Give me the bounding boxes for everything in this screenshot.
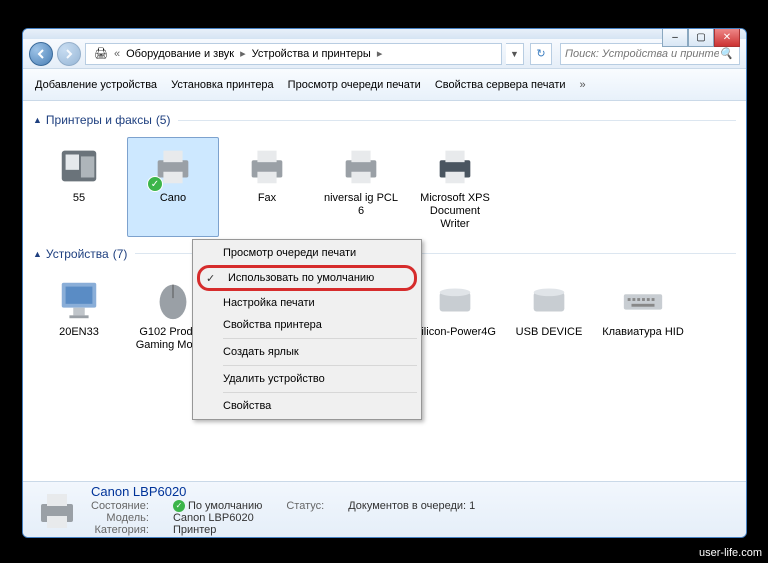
printer-item[interactable]: Microsoft XPS Document Writer [409,137,501,237]
maximize-button[interactable]: ▢ [688,29,714,47]
chevron-right-icon: ▸ [375,47,385,60]
monitor-icon [55,276,103,324]
printer-item[interactable]: Fax [221,137,313,237]
drive-icon [431,276,479,324]
window: – ▢ ✕ 🖨 « Оборудование и звук ▸ Устройст… [22,28,747,538]
details-state-key: Состояние: [91,500,149,512]
server-props-button[interactable]: Свойства сервера печати [435,79,566,91]
keyboard-icon [619,276,667,324]
details-category-key: Категория: [91,524,149,536]
chevron-right-icon: ▸ [238,47,248,60]
item-label: Microsoft XPS Document Writer [414,192,496,232]
item-label: niversal ig PCL 6 [320,192,402,218]
add-device-button[interactable]: Добавление устройства [35,79,157,91]
device-item[interactable]: Клавиатура HID [597,271,689,371]
details-title: Canon LBP6020 [91,484,475,499]
refresh-button[interactable]: ↻ [530,43,552,65]
add-printer-button[interactable]: Установка принтера [171,79,274,91]
search-input[interactable] [565,48,719,60]
details-model-value: Canon LBP6020 [173,512,262,524]
minimize-button[interactable]: – [662,29,688,47]
toolbar-more[interactable]: » [580,79,586,91]
device-item[interactable]: USB DEVICE [503,271,595,371]
close-button[interactable]: ✕ [714,29,740,47]
menu-create-shortcut[interactable]: Создать ярлык [195,341,419,363]
breadcrumb-seg[interactable]: Оборудование и звук [122,48,238,60]
chevron-right-icon: « [112,48,122,60]
details-pane: Canon LBP6020 Состояние: ✓По умолчанию С… [23,481,746,537]
breadcrumb-seg[interactable]: Устройства и принтеры [248,48,375,60]
nav-bar: 🖨 « Оборудование и звук ▸ Устройства и п… [23,39,746,69]
printer-icon [33,486,81,534]
details-status-key: Статус: [286,500,324,512]
forward-button[interactable] [57,42,81,66]
menu-separator [223,365,417,366]
search-icon: 🔍 [719,47,733,60]
check-icon: ✓ [173,500,185,512]
item-label: 55 [73,192,85,205]
toolbar: Добавление устройства Установка принтера… [23,69,746,101]
printer-icon: ✓ [149,142,197,190]
titlebar: – ▢ ✕ [23,29,746,39]
watermark: user-life.com [699,547,762,559]
menu-print-prefs[interactable]: Настройка печати [195,292,419,314]
view-queue-button[interactable]: Просмотр очереди печати [288,79,421,91]
printer-icon [431,142,479,190]
item-label: Cano [160,192,186,205]
section-count: (5) [156,113,171,127]
details-state-value: ✓По умолчанию [173,500,262,512]
back-button[interactable] [29,42,53,66]
fax-icon [55,142,103,190]
menu-printer-props[interactable]: Свойства принтера [195,314,419,336]
section-header-printers[interactable]: ▲ Принтеры и факсы (5) [23,109,746,131]
content-area: ▲ Принтеры и факсы (5) 55 ✓ Cano [23,101,746,481]
item-label: Fax [258,192,276,205]
details-model-key: Модель: [91,512,149,524]
item-label: Клавиатура HID [602,326,684,339]
printer-icon [243,142,291,190]
breadcrumb-dropdown[interactable]: ▼ [506,43,524,65]
details-status-value: Документов в очереди: 1 [348,500,475,512]
context-menu: Просмотр очереди печати ✓ Использовать п… [192,239,422,420]
breadcrumb[interactable]: 🖨 « Оборудование и звук ▸ Устройства и п… [85,43,502,65]
mouse-icon [149,276,197,324]
item-label: Silicon-Power4G [414,326,496,339]
default-badge-icon: ✓ [147,176,163,192]
device-item[interactable]: Silicon-Power4G [409,271,501,371]
check-icon: ✓ [206,272,215,285]
menu-props[interactable]: Свойства [195,395,419,417]
menu-view-queue[interactable]: Просмотр очереди печати [195,242,419,264]
printer-item[interactable]: 55 [33,137,125,237]
menu-set-default[interactable]: ✓ Использовать по умолчанию [197,265,417,291]
details-category-value: Принтер [173,524,262,536]
item-label: USB DEVICE [516,326,583,339]
printer-item-selected[interactable]: ✓ Cano [127,137,219,237]
section-count: (7) [113,247,128,261]
drive-icon [525,276,573,324]
item-label: 20EN33 [59,326,99,339]
menu-remove[interactable]: Удалить устройство [195,368,419,390]
collapse-icon: ▲ [33,249,42,259]
section-label: Устройства [46,247,109,261]
collapse-icon: ▲ [33,115,42,125]
device-item[interactable]: 20EN33 [33,271,125,371]
breadcrumb-icon: 🖨 [90,47,112,60]
section-label: Принтеры и факсы [46,113,152,127]
menu-separator [223,392,417,393]
menu-separator [223,338,417,339]
printer-item[interactable]: niversal ig PCL 6 [315,137,407,237]
printer-icon [337,142,385,190]
